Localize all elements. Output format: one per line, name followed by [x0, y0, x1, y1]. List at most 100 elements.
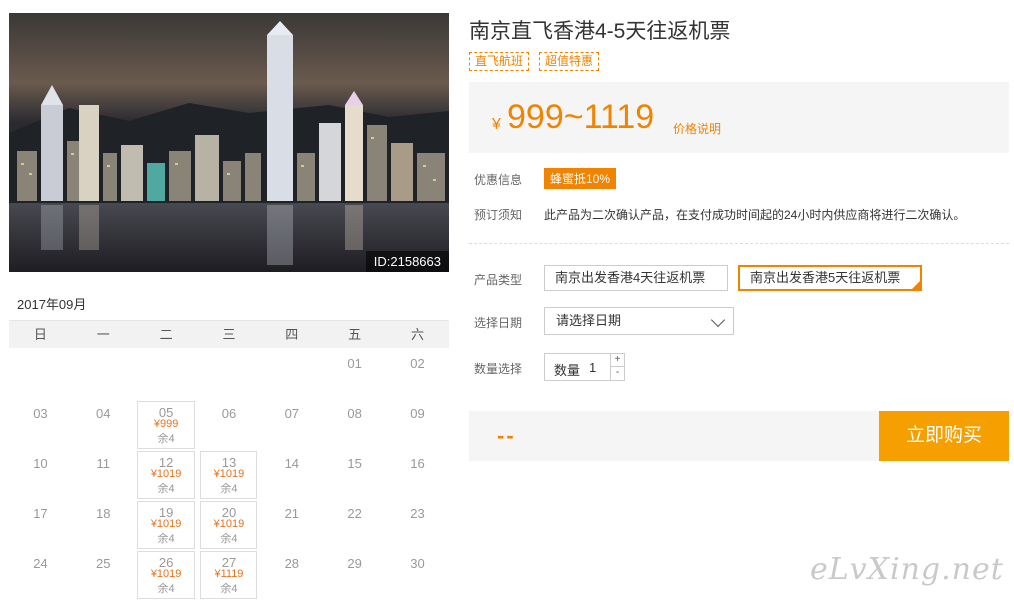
calendar-day-stock: 余4 [220, 533, 238, 545]
calendar-day: 04 [72, 400, 135, 450]
hong-kong-skyline-image [9, 13, 449, 272]
calendar-day-number: 25 [96, 556, 111, 571]
calendar-day-price: ¥999 [153, 418, 179, 430]
calendar-day: 11 [72, 450, 135, 500]
calendar-day-number: 11 [96, 456, 111, 471]
calendar-empty-cell [9, 350, 72, 400]
buy-now-button[interactable]: 立即购买 [879, 411, 1009, 461]
image-id-label: ID:2158663 [365, 251, 449, 272]
calendar-day: 30 [386, 550, 449, 600]
calendar-day-price: ¥1019 [213, 518, 245, 530]
calendar-day-price: ¥1119 [214, 568, 244, 580]
calendar-day-available[interactable]: 05 ¥999 余4 [135, 400, 198, 450]
calendar-weekday-header: 日 一 二 三 四 五 六 [9, 321, 449, 348]
calendar-day-number: 06 [221, 406, 237, 421]
calendar-empty-cell [260, 350, 323, 400]
type-label: 产品类型 [474, 273, 523, 287]
calendar-day-price: ¥1019 [213, 468, 245, 480]
notice-text: 此产品为二次确认产品，在支付成功时间起的24小时内供应商将进行二次确认。 [544, 208, 966, 222]
calendar-day-available[interactable]: 12 ¥1019 余4 [135, 450, 198, 500]
calendar-day-number: 23 [410, 506, 425, 521]
calendar-day-number: 04 [96, 406, 111, 421]
calendar-day-price: ¥1019 [150, 568, 182, 580]
promo-badge: 蜂蜜抵10% [544, 168, 617, 189]
type-option-4-day[interactable]: 南京出发香港4天往返机票 [544, 265, 728, 291]
calendar-day-number: 15 [347, 456, 362, 471]
calendar-day: 17 [9, 500, 72, 550]
calendar-empty-cell [72, 350, 135, 400]
watermark: eLvXing.net [810, 552, 1004, 587]
qty-label: 数量选择 [474, 362, 523, 376]
type-option-label: 南京出发香港4天往返机票 [555, 270, 706, 285]
calendar-day-stock: 余4 [157, 483, 175, 495]
price-currency: ¥ [492, 116, 501, 133]
chevron-down-icon [710, 312, 726, 328]
calendar-week-row: 03 04 05 ¥999 余4 06 07 08 09 [9, 400, 449, 450]
weekday-label: 一 [96, 327, 110, 342]
calendar-day-number: 28 [284, 556, 300, 571]
calendar-day: 21 [260, 500, 323, 550]
section-divider [469, 243, 1009, 244]
calendar-empty-cell [198, 350, 261, 400]
calendar-day: 03 [9, 400, 72, 450]
type-option-label: 南京出发香港5天往返机票 [750, 270, 901, 285]
qty-minus-button[interactable]: - [610, 367, 624, 380]
promo-label: 优惠信息 [474, 173, 523, 187]
price-note-link[interactable]: 价格说明 [673, 120, 721, 137]
qty-plus-button[interactable]: + [610, 354, 624, 367]
calendar-day-available[interactable]: 26 ¥1019 余4 [135, 550, 198, 600]
calendar-day: 07 [260, 400, 323, 450]
calendar-day-stock: 余4 [157, 583, 175, 595]
product-title: 南京直飞香港4-5天往返机票 [469, 20, 731, 43]
calendar-month-tab[interactable]: 2017年09月 [9, 288, 99, 323]
calendar-week-row: 17 18 19 ¥1019 余4 20 ¥1019 余4 21 22 23 [9, 500, 449, 550]
tag-special-offer: 超值特惠 [539, 52, 600, 71]
calendar-day-number: 07 [284, 406, 300, 421]
calendar-day-number: 17 [33, 506, 48, 521]
calendar-day-available[interactable]: 19 ¥1019 余4 [135, 500, 198, 550]
calendar-day-number: 21 [284, 506, 300, 521]
calendar-day-available[interactable]: 27 ¥1119 余4 [198, 550, 261, 600]
date-select-placeholder: 请选择日期 [556, 313, 622, 328]
calendar-day: 18 [72, 500, 135, 550]
calendar-day-number: 02 [410, 356, 425, 371]
quantity-stepper: 数量 1 + - [544, 353, 625, 381]
total-price: -- [497, 423, 516, 448]
weekday-label: 日 [33, 327, 47, 342]
calendar-day-available[interactable]: 13 ¥1019 余4 [198, 450, 261, 500]
calendar-day: 22 [323, 500, 386, 550]
tag-direct-flight: 直飞航班 [469, 52, 530, 71]
calendar-day: 06 [198, 400, 261, 450]
calendar-day: 23 [386, 500, 449, 550]
calendar-day-available[interactable]: 20 ¥1019 余4 [198, 500, 261, 550]
calendar-day-stock: 余4 [157, 533, 175, 545]
weekday-label: 四 [285, 327, 299, 342]
notice-label: 预订须知 [474, 208, 523, 222]
calendar-day-stock: 余4 [157, 433, 175, 445]
calendar-day: 02 [386, 350, 449, 400]
calendar-week-row: 24 25 26 ¥1019 余4 27 ¥1119 余4 28 29 30 [9, 550, 449, 600]
date-label: 选择日期 [474, 316, 523, 330]
type-option-5-day[interactable]: 南京出发香港5天往返机票 [738, 265, 922, 291]
calendar-week-row: 01 02 [9, 350, 449, 400]
calendar-day-number: 22 [347, 506, 362, 521]
calendar-day-number: 08 [347, 406, 362, 421]
calendar-day-number: 29 [347, 556, 362, 571]
calendar-day-number: 14 [284, 456, 300, 471]
calendar-day-stock: 余4 [220, 483, 238, 495]
price-panel: ¥ 999~1119 价格说明 [469, 82, 1009, 153]
date-select[interactable]: 请选择日期 [544, 307, 734, 335]
calendar-day-number: 10 [33, 456, 48, 471]
calendar-week-row: 10 11 12 ¥1019 余4 13 ¥1019 余4 14 15 16 [9, 450, 449, 500]
calendar-day-stock: 余4 [220, 583, 238, 595]
calendar-day: 29 [323, 550, 386, 600]
calendar-day: 25 [72, 550, 135, 600]
calendar-day-price: ¥1019 [150, 518, 182, 530]
calendar-day: 10 [9, 450, 72, 500]
calendar-day: 24 [9, 550, 72, 600]
calendar-day: 28 [260, 550, 323, 600]
calendar-day: 08 [323, 400, 386, 450]
qty-value[interactable]: 1 [589, 360, 596, 375]
calendar-day-price: ¥1019 [150, 468, 182, 480]
calendar-day: 01 [323, 350, 386, 400]
